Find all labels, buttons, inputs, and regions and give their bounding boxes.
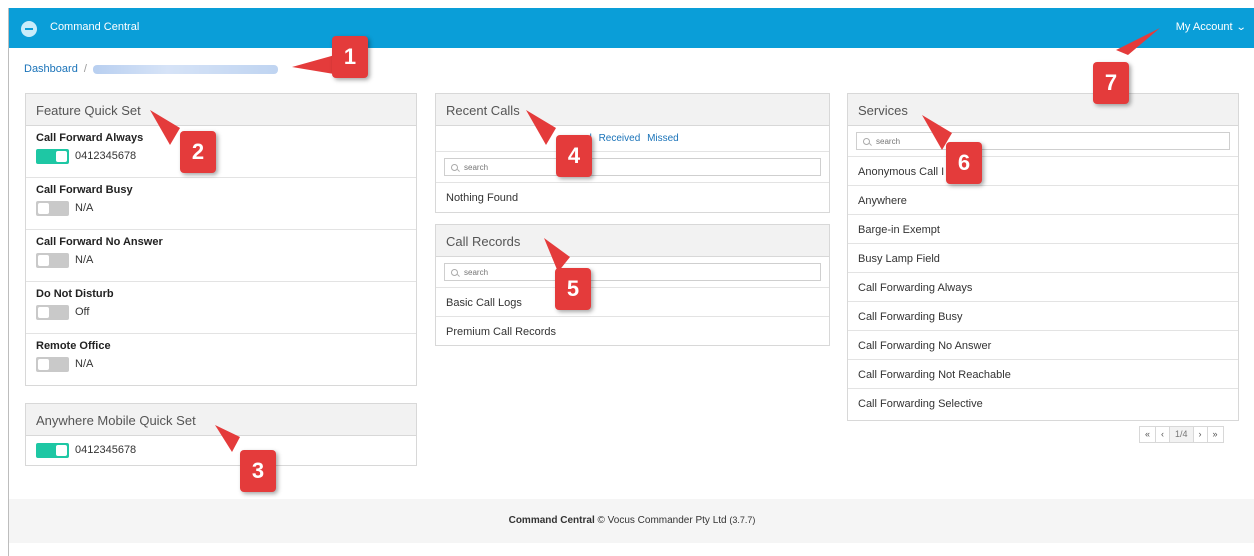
callout-arrow-2 [150,110,180,145]
callout-arrows [150,28,1160,452]
callout-arrow-5 [544,238,570,272]
callout-arrow-7 [1116,28,1160,55]
callout-7: 7 [1093,62,1129,104]
callout-2: 2 [180,131,216,173]
callout-arrow-3 [215,425,240,452]
callout-1: 1 [332,36,368,78]
callout-arrow-4 [526,110,556,145]
callout-4: 4 [556,135,592,177]
callout-5: 5 [555,268,591,310]
callout-3: 3 [240,450,276,492]
callout-6: 6 [946,142,982,184]
